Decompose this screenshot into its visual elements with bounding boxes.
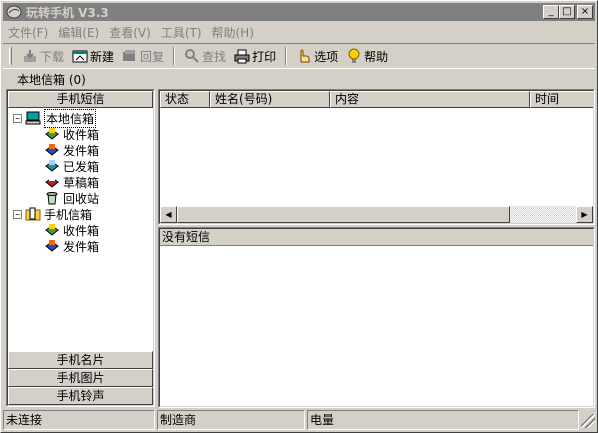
download-button[interactable]: 下载 bbox=[18, 45, 68, 67]
menu-bar: 文件(F) 编辑(E) 查看(V) 工具(T) 帮助(H) bbox=[3, 22, 259, 42]
status-battery: 电量 bbox=[307, 410, 579, 430]
sent-icon bbox=[45, 160, 59, 172]
recycle-bin-icon bbox=[46, 192, 58, 205]
toolbar-separator bbox=[285, 47, 288, 65]
find-button[interactable]: 查找 bbox=[180, 45, 230, 67]
menu-file[interactable]: 文件(F) bbox=[3, 24, 53, 41]
menu-tools[interactable]: 工具(T) bbox=[156, 24, 207, 41]
toolbar-separator bbox=[173, 47, 176, 65]
collapse-toggle[interactable]: − bbox=[13, 113, 22, 123]
tree-label: 发件箱 bbox=[63, 239, 100, 254]
inbox-icon bbox=[45, 128, 59, 140]
tree-label: 已发箱 bbox=[63, 159, 100, 174]
tree-node-local-inbox[interactable]: 收件箱 bbox=[8, 126, 153, 142]
tab-sms[interactable]: 手机短信 bbox=[8, 91, 153, 108]
new-button[interactable]: 新建 bbox=[68, 45, 118, 67]
options-button[interactable]: 选项 bbox=[292, 45, 342, 67]
inbox-icon bbox=[45, 224, 59, 236]
computer-icon bbox=[25, 111, 41, 125]
tree-label-phone: 手机信箱 bbox=[44, 207, 93, 222]
magnifier-icon bbox=[184, 48, 200, 64]
drafts-icon bbox=[45, 176, 59, 188]
horizontal-scrollbar[interactable]: ◀ ▶ bbox=[160, 206, 593, 223]
column-headers: 状态 姓名(号码) 内容 时间 bbox=[160, 91, 593, 108]
find-label: 查找 bbox=[202, 49, 227, 64]
reply-icon bbox=[122, 48, 138, 64]
tree-label: 收件箱 bbox=[63, 223, 100, 238]
column-time[interactable]: 时间 bbox=[530, 91, 593, 108]
resize-grip[interactable] bbox=[581, 414, 595, 428]
phone-folder-icon bbox=[25, 207, 41, 221]
tree-label: 草稿箱 bbox=[63, 175, 100, 190]
collapse-toggle[interactable]: − bbox=[13, 209, 22, 219]
scroll-right-button[interactable]: ▶ bbox=[576, 206, 593, 223]
menu-view[interactable]: 查看(V) bbox=[104, 24, 156, 41]
maximize-button[interactable]: □ bbox=[559, 5, 575, 19]
tree-node-local-outbox[interactable]: 发件箱 bbox=[8, 142, 153, 158]
message-preview: 没有短信 bbox=[158, 227, 595, 408]
toolbar: 下载 新建 回复 查找 打印 选项 帮助 bbox=[3, 43, 595, 69]
app-window: 玩转手机 V3.3 _ □ × 文件(F) 编辑(E) 查看(V) 工具(T) … bbox=[0, 0, 598, 433]
preview-status-text: 没有短信 bbox=[160, 229, 593, 246]
tree-label: 收件箱 bbox=[63, 127, 100, 142]
message-list: 状态 姓名(号码) 内容 时间 ◀ ▶ bbox=[158, 89, 595, 225]
download-icon bbox=[22, 48, 38, 64]
title-bar[interactable]: 玩转手机 V3.3 _ □ × bbox=[3, 3, 595, 21]
toolbar-grip[interactable] bbox=[9, 47, 12, 65]
tree-node-local-sent[interactable]: 已发箱 bbox=[8, 158, 153, 174]
menu-help[interactable]: 帮助(H) bbox=[207, 24, 259, 41]
printer-icon bbox=[234, 48, 250, 64]
new-message-icon bbox=[72, 48, 88, 64]
column-name[interactable]: 姓名(号码) bbox=[210, 91, 330, 108]
download-label: 下载 bbox=[40, 49, 65, 64]
status-manufacturer: 制造商 bbox=[157, 410, 305, 430]
menu-edit[interactable]: 编辑(E) bbox=[53, 24, 104, 41]
restore-label: 回复 bbox=[140, 49, 165, 64]
tree-node-local[interactable]: − 本地信箱 bbox=[8, 108, 153, 128]
print-button[interactable]: 打印 bbox=[230, 45, 280, 67]
tree-node-phone-inbox[interactable]: 收件箱 bbox=[8, 222, 153, 238]
panel-tabs: 手机名片 手机图片 手机铃声 bbox=[8, 351, 153, 405]
new-label: 新建 bbox=[90, 49, 115, 64]
print-label: 打印 bbox=[252, 49, 277, 64]
folder-panel: 手机短信 − 本地信箱 收件箱 发件箱 已发箱 草稿箱 回收站 − 手机信箱 收… bbox=[6, 89, 155, 407]
tab-pictures[interactable]: 手机图片 bbox=[8, 369, 153, 387]
tree-node-local-recycle[interactable]: 回收站 bbox=[8, 190, 153, 206]
help-label: 帮助 bbox=[364, 49, 389, 64]
status-connection: 未连接 bbox=[3, 410, 155, 430]
scroll-left-button[interactable]: ◀ bbox=[160, 206, 177, 223]
options-label: 选项 bbox=[314, 49, 339, 64]
status-bar: 未连接 制造商 电量 bbox=[3, 410, 595, 430]
column-status[interactable]: 状态 bbox=[160, 91, 210, 108]
window-title: 玩转手机 V3.3 bbox=[26, 5, 109, 20]
scroll-track[interactable] bbox=[510, 206, 576, 223]
tab-ringtones[interactable]: 手机铃声 bbox=[8, 387, 153, 405]
scroll-thumb[interactable] bbox=[177, 206, 510, 223]
tree-node-phone-outbox[interactable]: 发件箱 bbox=[8, 238, 153, 254]
tree-label: 回收站 bbox=[63, 191, 100, 206]
minimize-button[interactable]: _ bbox=[543, 5, 559, 19]
tree-node-local-drafts[interactable]: 草稿箱 bbox=[8, 174, 153, 190]
column-content[interactable]: 内容 bbox=[330, 91, 530, 108]
close-button[interactable]: × bbox=[577, 5, 593, 19]
tree-label: 发件箱 bbox=[63, 143, 100, 158]
current-folder-label: 本地信箱 (0) bbox=[17, 73, 86, 87]
help-bulb-icon bbox=[346, 48, 362, 64]
restore-button[interactable]: 回复 bbox=[118, 45, 168, 67]
hand-pointer-icon bbox=[296, 48, 312, 64]
folder-tree: − 本地信箱 收件箱 发件箱 已发箱 草稿箱 回收站 − 手机信箱 收件箱 发件… bbox=[8, 108, 153, 254]
app-logo-icon bbox=[6, 5, 22, 19]
tab-phonebook[interactable]: 手机名片 bbox=[8, 351, 153, 369]
outbox-icon bbox=[45, 240, 59, 252]
outbox-icon bbox=[45, 144, 59, 156]
tree-node-phone[interactable]: − 手机信箱 bbox=[8, 206, 153, 222]
help-button[interactable]: 帮助 bbox=[342, 45, 392, 67]
